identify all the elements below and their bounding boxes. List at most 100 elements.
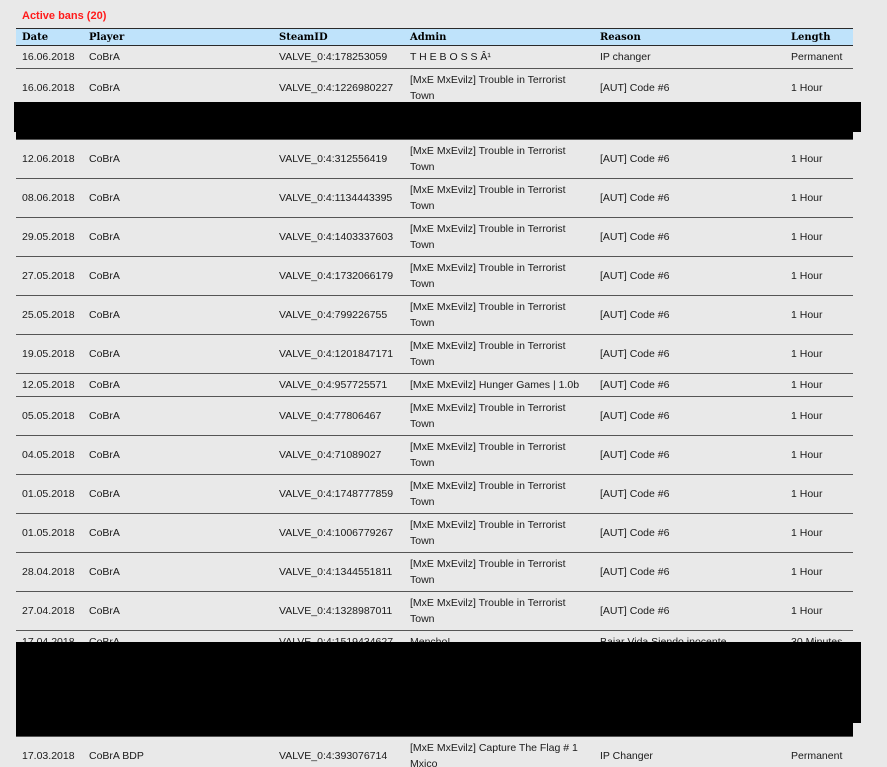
cell-steamid: VALVE_0:4:1732066179 [273, 256, 404, 296]
column-header-steamid: SteamID [273, 28, 404, 46]
cell-player: CoBrA [83, 178, 273, 218]
cell-player: CoBrA [83, 256, 273, 296]
cell-steamid: VALVE_0:4:77806467 [273, 396, 404, 436]
bans-page: Active bans (20) Date Player SteamID Adm… [0, 0, 887, 767]
cell-reason: IP changer [594, 45, 785, 69]
cell-length: 1 Hour [785, 552, 853, 592]
cell-admin: [MxE MxEvilz] Trouble in Terrorist Town [404, 256, 594, 296]
redaction-bar-overlay [16, 642, 861, 723]
cell-admin: [MxE MxEvilz] Trouble in Terrorist Town [404, 139, 594, 179]
cell-date: 19.05.2018 [16, 334, 83, 374]
cell-date: 05.05.2018 [16, 396, 83, 436]
table-row[interactable]: 25.05.2018 CoBrA VALVE_0:4:799226755 [Mx… [16, 295, 853, 335]
table-row[interactable]: 28.04.2018 CoBrA VALVE_0:4:1344551811 [M… [16, 552, 853, 592]
cell-player: CoBrA [83, 295, 273, 335]
cell-steamid: VALVE_0:4:1328987011 [273, 591, 404, 631]
cell-admin: [MxE MxEvilz] Capture The Flag # 1 Mxico [404, 736, 594, 767]
redaction-bar-overlay [14, 102, 861, 132]
cell-steamid: VALVE_0:4:1201847171 [273, 334, 404, 374]
cell-length: 1 Hour [785, 373, 853, 397]
cell-player: CoBrA [83, 334, 273, 374]
column-header-admin: Admin [404, 28, 594, 46]
cell-reason: [AUT] Code #6 [594, 334, 785, 374]
cell-reason: [AUT] Code #6 [594, 178, 785, 218]
cell-reason: [AUT] Code #6 [594, 373, 785, 397]
cell-player: CoBrA [83, 552, 273, 592]
cell-steamid: VALVE_0:4:1748777859 [273, 474, 404, 514]
cell-length: 1 Hour [785, 435, 853, 475]
cell-date: 29.05.2018 [16, 217, 83, 257]
cell-date: 12.06.2018 [16, 139, 83, 179]
table-row[interactable]: 27.04.2018 CoBrA VALVE_0:4:1328987011 [M… [16, 591, 853, 631]
cell-player: CoBrA [83, 373, 273, 397]
column-header-length: Length [785, 28, 853, 46]
cell-steamid: VALVE_0:4:178253059 [273, 45, 404, 69]
cell-admin: [MxE MxEvilz] Trouble in Terrorist Town [404, 474, 594, 514]
table-row[interactable]: 16.06.2018 CoBrA VALVE_0:4:178253059 T H… [16, 45, 853, 69]
cell-date: 17.03.2018 [16, 736, 83, 767]
cell-admin: T H E B O S S Â¹ [404, 45, 594, 69]
cell-steamid: VALVE_0:4:71089027 [273, 435, 404, 475]
cell-player: CoBrA [83, 591, 273, 631]
cell-length: 1 Hour [785, 256, 853, 296]
cell-steamid: VALVE_0:4:1403337603 [273, 217, 404, 257]
cell-length: 1 Hour [785, 513, 853, 553]
table-row[interactable]: 04.05.2018 CoBrA VALVE_0:4:71089027 [MxE… [16, 435, 853, 475]
cell-date: 01.05.2018 [16, 474, 83, 514]
cell-reason: [AUT] Code #6 [594, 139, 785, 179]
cell-reason: [AUT] Code #6 [594, 474, 785, 514]
cell-length: Permanent [785, 736, 853, 767]
cell-admin: [MxE MxEvilz] Trouble in Terrorist Town [404, 295, 594, 335]
table-header-row: Date Player SteamID Admin Reason Length [16, 28, 853, 46]
cell-admin: [MxE MxEvilz] Trouble in Terrorist Town [404, 591, 594, 631]
cell-player: CoBrA [83, 45, 273, 69]
cell-date: 25.05.2018 [16, 295, 83, 335]
cell-date: 01.05.2018 [16, 513, 83, 553]
cell-reason: [AUT] Code #6 [594, 591, 785, 631]
cell-admin: [MxE MxEvilz] Trouble in Terrorist Town [404, 396, 594, 436]
cell-reason: [AUT] Code #6 [594, 396, 785, 436]
cell-player: CoBrA [83, 139, 273, 179]
table-row[interactable]: 08.06.2018 CoBrA VALVE_0:4:1134443395 [M… [16, 178, 853, 218]
cell-steamid: VALVE_0:4:393076714 [273, 736, 404, 767]
cell-date: 27.04.2018 [16, 591, 83, 631]
cell-length: 1 Hour [785, 217, 853, 257]
table-row[interactable]: 29.05.2018 CoBrA VALVE_0:4:1403337603 [M… [16, 217, 853, 257]
cell-player: CoBrA [83, 513, 273, 553]
cell-admin: [MxE MxEvilz] Trouble in Terrorist Town [404, 334, 594, 374]
cell-admin: [MxE MxEvilz] Trouble in Terrorist Town [404, 178, 594, 218]
active-bans-title: Active bans (20) [22, 10, 107, 22]
cell-date: 04.05.2018 [16, 435, 83, 475]
cell-length: Permanent [785, 45, 853, 69]
cell-steamid: VALVE_0:4:957725571 [273, 373, 404, 397]
cell-admin: [MxE MxEvilz] Trouble in Terrorist Town [404, 513, 594, 553]
table-row[interactable]: 17.03.2018 CoBrA BDP VALVE_0:4:393076714… [16, 736, 853, 767]
cell-reason: [AUT] Code #6 [594, 217, 785, 257]
table-row[interactable]: 12.06.2018 CoBrA VALVE_0:4:312556419 [Mx… [16, 139, 853, 179]
table-row[interactable]: 12.05.2018 CoBrA VALVE_0:4:957725571 [Mx… [16, 373, 853, 397]
cell-steamid: VALVE_0:4:799226755 [273, 295, 404, 335]
column-header-date: Date [16, 28, 83, 46]
cell-length: 1 Hour [785, 295, 853, 335]
cell-player: CoBrA [83, 474, 273, 514]
cell-player: CoBrA [83, 217, 273, 257]
table-row[interactable]: 01.05.2018 CoBrA VALVE_0:4:1006779267 [M… [16, 513, 853, 553]
cell-player: CoBrA BDP [83, 736, 273, 767]
table-row[interactable]: 19.05.2018 CoBrA VALVE_0:4:1201847171 [M… [16, 334, 853, 374]
cell-reason: [AUT] Code #6 [594, 295, 785, 335]
cell-length: 1 Hour [785, 591, 853, 631]
cell-length: 1 Hour [785, 334, 853, 374]
table-row[interactable]: 01.05.2018 CoBrA VALVE_0:4:1748777859 [M… [16, 474, 853, 514]
cell-steamid: VALVE_0:4:1006779267 [273, 513, 404, 553]
cell-reason: [AUT] Code #6 [594, 513, 785, 553]
cell-date: 08.06.2018 [16, 178, 83, 218]
cell-date: 12.05.2018 [16, 373, 83, 397]
cell-steamid: VALVE_0:4:312556419 [273, 139, 404, 179]
table-row[interactable]: 27.05.2018 CoBrA VALVE_0:4:1732066179 [M… [16, 256, 853, 296]
cell-reason: [AUT] Code #6 [594, 552, 785, 592]
table-row[interactable]: 05.05.2018 CoBrA VALVE_0:4:77806467 [MxE… [16, 396, 853, 436]
cell-reason: [AUT] Code #6 [594, 256, 785, 296]
cell-steamid: VALVE_0:4:1344551811 [273, 552, 404, 592]
cell-date: 16.06.2018 [16, 45, 83, 69]
cell-length: 1 Hour [785, 178, 853, 218]
